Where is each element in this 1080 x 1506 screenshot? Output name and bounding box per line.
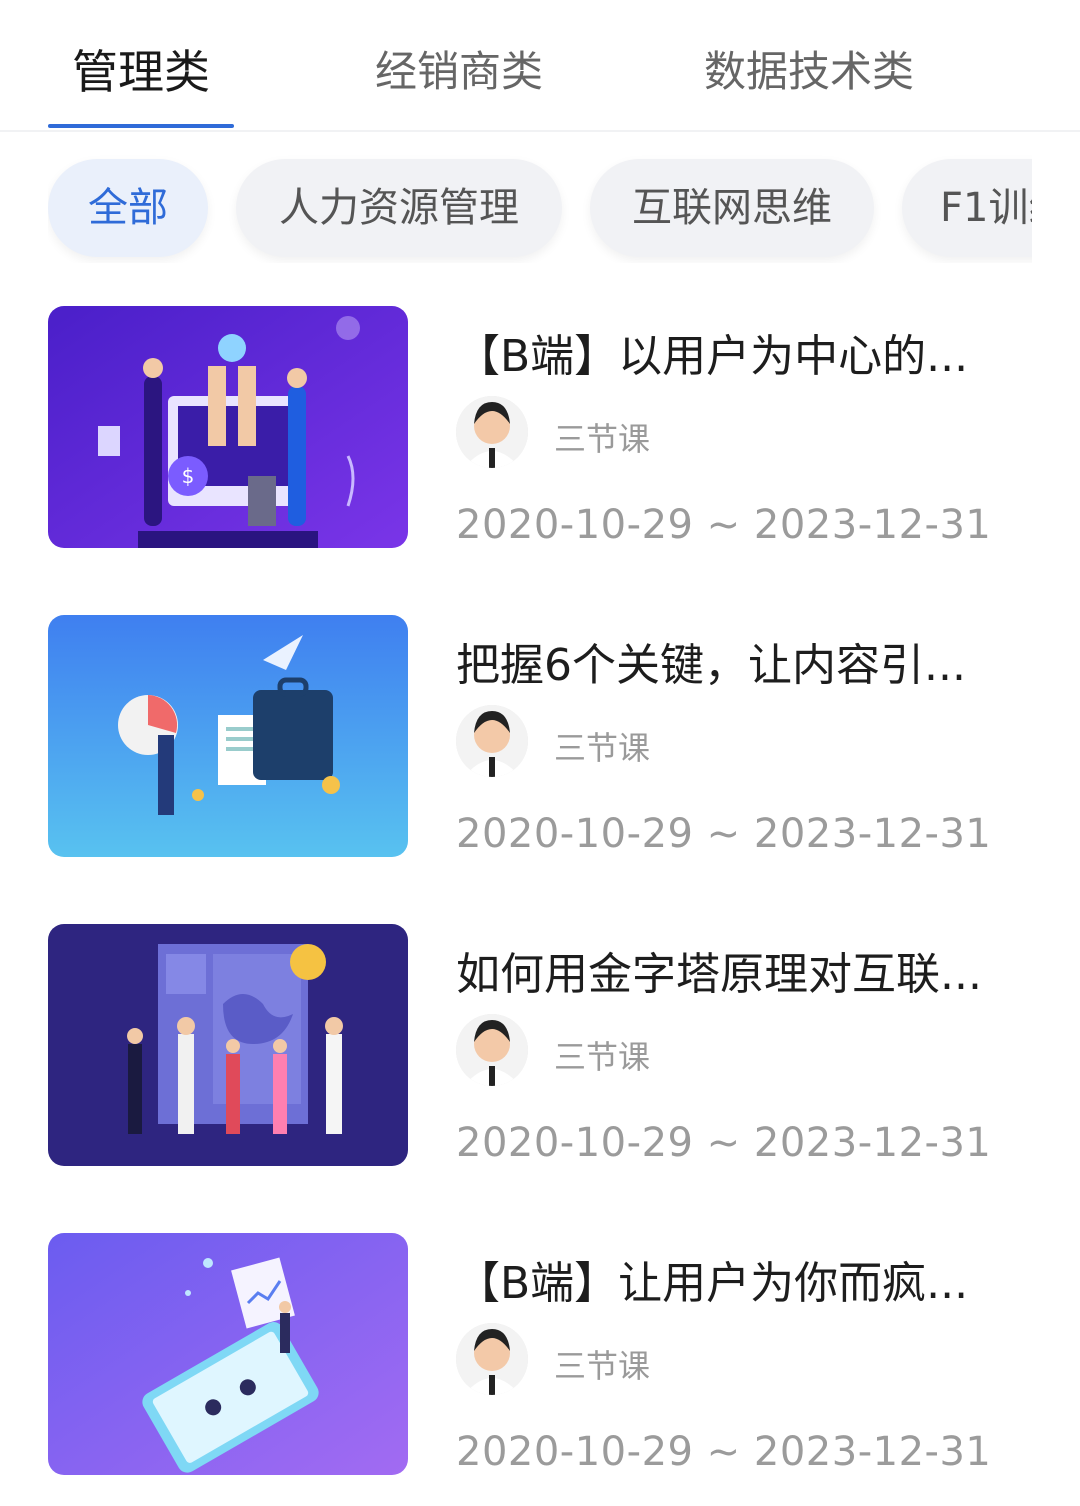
active-tab-indicator bbox=[48, 124, 234, 128]
course-card[interactable]: 【B端】让用户为你而疯... 三节课 2020-10-29 ~ 2023-12-… bbox=[48, 1233, 1032, 1475]
author-name: 三节课 bbox=[554, 1038, 651, 1076]
author-avatar bbox=[456, 1014, 528, 1086]
chip-label: 全部 bbox=[88, 185, 168, 231]
chip-f1-training[interactable]: F1训练 bbox=[902, 159, 1032, 257]
course-thumbnail bbox=[48, 615, 408, 857]
course-date-range: 2020-10-29 ~ 2023-12-31 bbox=[456, 811, 992, 857]
author-name: 三节课 bbox=[554, 729, 651, 767]
chip-label: 互联网思维 bbox=[632, 185, 832, 231]
course-title[interactable]: 如何用金字塔原理对互联... bbox=[456, 938, 1032, 1002]
course-date-range: 2020-10-29 ~ 2023-12-31 bbox=[456, 1429, 992, 1475]
author-avatar bbox=[456, 1323, 528, 1395]
course-date-range: 2020-10-29 ~ 2023-12-31 bbox=[456, 502, 992, 548]
category-tabs: 管理类 经销商类 数据技术类 bbox=[0, 0, 1080, 132]
tab-dealer[interactable]: 经销商类 bbox=[375, 38, 543, 99]
author-avatar bbox=[456, 705, 528, 777]
tab-data-tech[interactable]: 数据技术类 bbox=[704, 38, 914, 99]
course-title[interactable]: 【B端】让用户为你而疯... bbox=[456, 1247, 1032, 1311]
author-avatar bbox=[456, 396, 528, 468]
chip-hr-management[interactable]: 人力资源管理 bbox=[236, 159, 562, 257]
course-title[interactable]: 【B端】以用户为中心的... bbox=[456, 320, 1032, 384]
chip-all[interactable]: 全部 bbox=[48, 159, 208, 257]
filter-chips: 全部 人力资源管理 互联网思维 F1训练 bbox=[48, 155, 1032, 263]
course-card[interactable]: $ 【B端】以用户为中心的... 三节课 2020-10-29 ~ 2023-1… bbox=[48, 306, 1032, 548]
course-card[interactable]: 如何用金字塔原理对互联... 三节课 2020-10-29 ~ 2023-12-… bbox=[48, 924, 1032, 1166]
chip-internet-thinking[interactable]: 互联网思维 bbox=[590, 159, 874, 257]
course-thumbnail bbox=[48, 1233, 408, 1475]
course-card[interactable]: 把握6个关键，让内容引... 三节课 2020-10-29 ~ 2023-12-… bbox=[48, 615, 1032, 857]
course-title[interactable]: 把握6个关键，让内容引... bbox=[456, 629, 1032, 693]
author-name: 三节课 bbox=[554, 420, 651, 458]
svg-text:$: $ bbox=[182, 464, 195, 488]
course-date-range: 2020-10-29 ~ 2023-12-31 bbox=[456, 1120, 992, 1166]
author-name: 三节课 bbox=[554, 1347, 651, 1385]
chip-label: F1训练 bbox=[940, 185, 1032, 231]
tab-management[interactable]: 管理类 bbox=[72, 36, 210, 102]
chip-label: 人力资源管理 bbox=[279, 185, 519, 231]
course-thumbnail bbox=[48, 924, 408, 1166]
course-thumbnail: $ bbox=[48, 306, 408, 548]
